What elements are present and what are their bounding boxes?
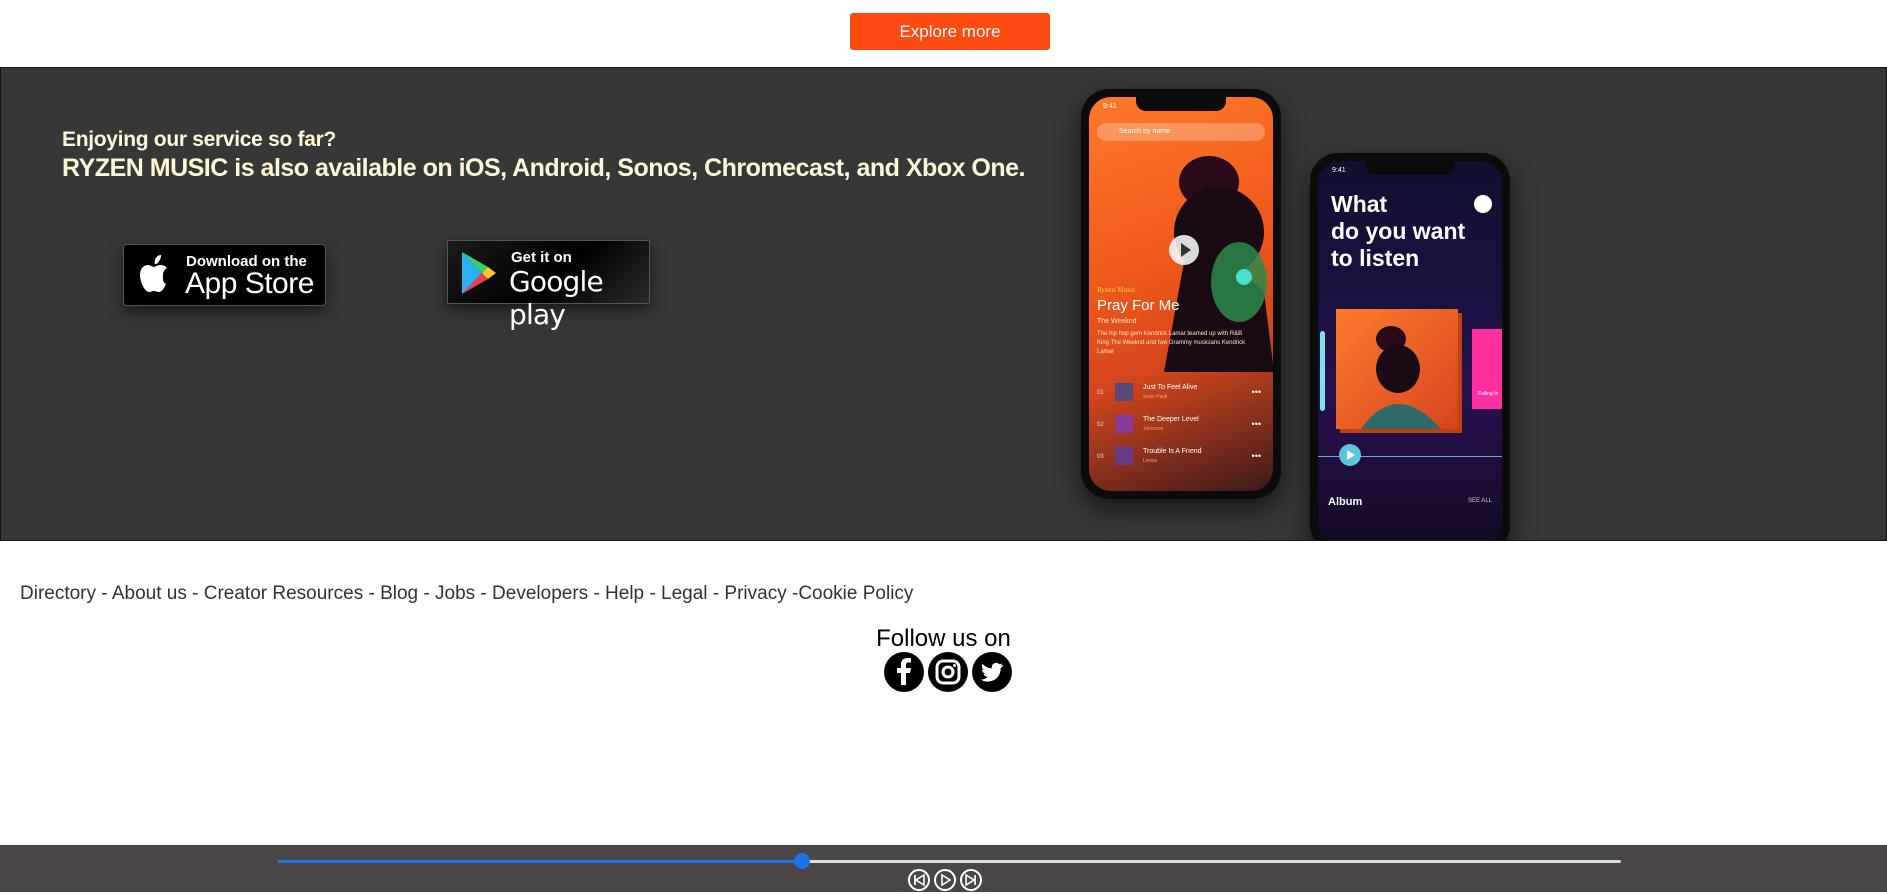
phone-notch [1365, 161, 1455, 175]
next-icon[interactable] [960, 869, 982, 891]
apple-icon [140, 255, 167, 292]
app-store-button[interactable]: Download on the App Store [123, 244, 326, 306]
track-number: 01 [1097, 390, 1104, 396]
follow-heading: Follow us on [876, 625, 1011, 652]
app-promo-banner: Enjoying our service so far? RYZEN MUSIC… [0, 67, 1887, 541]
separator: - [588, 583, 606, 604]
footer-links: Directory - About us - Creator Resources… [20, 583, 913, 605]
album-artwork-secondary: Falling In [1472, 329, 1502, 409]
phone-notch [1136, 97, 1226, 111]
track-thumbnail [1115, 383, 1133, 401]
status-time: 9:41 [1103, 103, 1117, 110]
separator: - [707, 583, 725, 604]
track-artist: Lenka [1143, 458, 1157, 464]
app-label: Ryzen Music [1097, 287, 1136, 294]
explore-more-button[interactable]: Explore more [850, 13, 1050, 50]
track-row: 02 The Deeper Level Jobsmon ••• [1097, 415, 1265, 437]
link-about-us[interactable]: About us [112, 583, 187, 604]
track-number: 03 [1097, 454, 1104, 460]
link-legal[interactable]: Legal [661, 583, 708, 604]
audio-player-bar [0, 845, 1887, 892]
separator: - [418, 583, 436, 604]
link-creator-resources[interactable]: Creator Resources [204, 583, 363, 604]
artist-image [1361, 326, 1441, 429]
separator: - [786, 583, 799, 604]
more-icon: ••• [1251, 387, 1261, 397]
link-privacy[interactable]: Privacy [724, 583, 786, 604]
instagram-icon[interactable] [928, 652, 968, 692]
link-developers[interactable]: Developers [492, 583, 588, 604]
twitter-icon[interactable] [972, 652, 1012, 692]
separator: - [186, 583, 204, 604]
see-all-link: SEE ALL [1467, 498, 1492, 504]
phone-screen: 9:41 What do you want to listen Falling … [1318, 161, 1502, 540]
track-name: The Deeper Level [1143, 416, 1199, 423]
status-time: 9:41 [1332, 167, 1346, 174]
phone-headline: What do you want to listen [1331, 191, 1465, 272]
app-store-big-text: App Store [185, 267, 314, 300]
google-play-button[interactable]: Get it on Google play [447, 240, 650, 331]
facebook-icon[interactable] [884, 652, 924, 692]
google-play-small-text: Get it on [511, 249, 572, 266]
google-play-big-text: Google play [509, 265, 604, 331]
separator: - [475, 583, 493, 604]
seek-handle[interactable] [793, 853, 810, 869]
link-directory[interactable]: Directory [20, 583, 96, 604]
track-number: 02 [1097, 422, 1104, 428]
google-play-icon [462, 252, 496, 294]
track-thumbnail [1115, 415, 1133, 433]
track-name: Trouble Is A Friend [1143, 448, 1202, 455]
seek-slider[interactable] [278, 853, 1621, 869]
headline-line: to listen [1331, 245, 1420, 271]
avatar [1474, 195, 1492, 213]
previous-icon[interactable] [908, 869, 930, 891]
song-artist: The Weeknd [1097, 318, 1137, 325]
song-description: The hip hop gem Kendrick Lamar teamed up… [1097, 331, 1246, 355]
player-controls [908, 869, 982, 891]
more-icon: ••• [1251, 419, 1261, 429]
track-artist: Sean Pauli [1143, 394, 1168, 400]
top-section: Explore more [0, 0, 1887, 67]
link-jobs[interactable]: Jobs [435, 583, 475, 604]
headline-line: What [1331, 191, 1388, 217]
phone-mockup-player: 9:41 Search by name Ryzen Music Pray For… [1081, 89, 1281, 499]
banner-subtitle: Enjoying our service so far? [62, 128, 337, 151]
album-artwork [1336, 309, 1458, 429]
link-blog[interactable]: Blog [380, 583, 418, 604]
separator: - [96, 583, 112, 604]
banner-title: RYZEN MUSIC is also available on iOS, An… [62, 154, 1026, 182]
seek-progress [278, 860, 802, 863]
side-indicator [1320, 331, 1325, 411]
play-icon [1169, 235, 1199, 265]
song-title: Pray For Me [1097, 297, 1180, 314]
phone-mockup-browse: 9:41 What do you want to listen Falling … [1310, 153, 1510, 540]
separator: - [644, 583, 662, 604]
track-name: Just To Feel Alive [1143, 384, 1198, 391]
play-icon [1339, 444, 1361, 466]
link-cookie-policy[interactable]: Cookie Policy [798, 583, 913, 604]
track-thumbnail [1115, 447, 1133, 465]
separator: - [363, 583, 381, 604]
link-help[interactable]: Help [605, 583, 644, 604]
phone-search-bar: Search by name [1097, 123, 1265, 141]
track-row: 01 Just To Feel Alive Sean Pauli ••• [1097, 383, 1265, 405]
track-row: 03 Trouble Is A Friend Lenka ••• [1097, 447, 1265, 469]
side-album-label: Falling In [1478, 391, 1499, 397]
track-artist: Jobsmon [1143, 426, 1164, 432]
headline-line: do you want [1331, 218, 1466, 244]
phone-screen: 9:41 Search by name Ryzen Music Pray For… [1089, 97, 1273, 491]
album-section-label: Album [1328, 496, 1363, 508]
social-icons [884, 652, 1012, 692]
more-icon: ••• [1251, 451, 1261, 461]
play-icon[interactable] [934, 869, 956, 891]
